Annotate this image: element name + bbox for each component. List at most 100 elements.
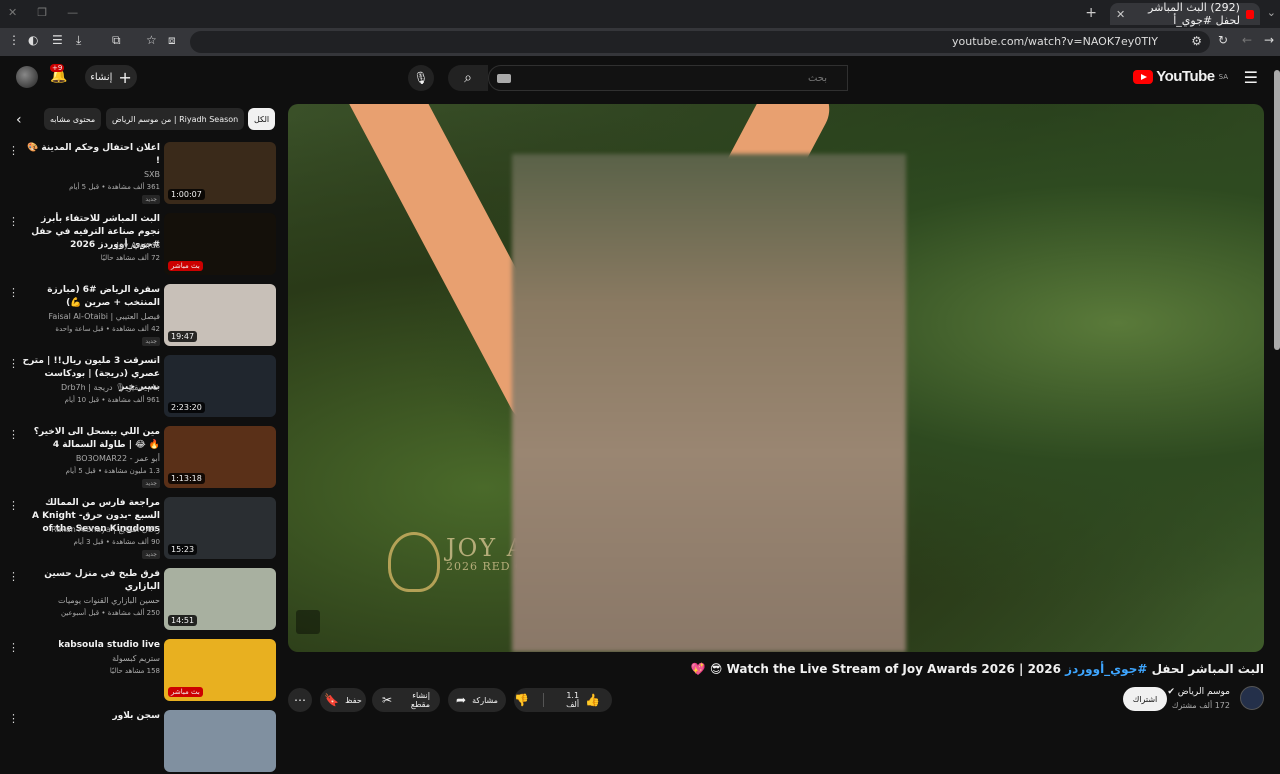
new-badge: جديد bbox=[142, 337, 160, 346]
channel-avatar[interactable] bbox=[1240, 686, 1264, 710]
close-tab-icon[interactable]: ✕ bbox=[1116, 8, 1125, 21]
recommendation-item[interactable]: 14:51 فرق طبخ في منزل حسين البازاري حسين ا… bbox=[0, 568, 280, 632]
channel-name[interactable]: موسم الرياض ✔ bbox=[1167, 687, 1230, 697]
video-thumbnail[interactable]: 1:13:18 bbox=[164, 426, 276, 488]
tab-search-icon[interactable]: ⌄ bbox=[1267, 6, 1276, 19]
more-actions-button[interactable]: ⋯ bbox=[288, 688, 312, 712]
clip-label: إنشاء مقطع bbox=[410, 691, 430, 709]
more-options-icon[interactable]: ⋮ bbox=[8, 641, 19, 654]
logo-text: YouTube bbox=[1156, 68, 1215, 85]
keyboard-icon[interactable] bbox=[497, 74, 511, 83]
like-count[interactable]: 1.1 ألف bbox=[558, 691, 579, 709]
youtube-logo[interactable]: YouTube SA bbox=[1133, 68, 1228, 85]
new-tab-button[interactable]: + bbox=[1085, 5, 1097, 21]
account-avatar[interactable] bbox=[16, 66, 38, 88]
minimize-window-icon[interactable]: — bbox=[67, 6, 78, 19]
verified-icon: ✔ bbox=[1167, 687, 1175, 697]
video-thumbnail[interactable] bbox=[164, 710, 276, 772]
chevron-left-icon[interactable]: ‹ bbox=[16, 112, 22, 128]
recommendation-channel[interactable]: أبو عمر - BO3OMAR22 bbox=[22, 454, 160, 463]
recommendation-item[interactable]: 15:23 مراجعة فارس من الممالك السبع -بدون … bbox=[0, 497, 280, 561]
channel-watermark[interactable] bbox=[296, 610, 320, 634]
more-options-icon[interactable]: ⋮ bbox=[8, 428, 19, 441]
more-options-icon[interactable]: ⋮ bbox=[8, 357, 19, 370]
site-settings-icon[interactable]: ⚙ bbox=[1191, 34, 1202, 48]
recommendation-channel[interactable]: حسين البازاري القنوات يوميات bbox=[22, 596, 160, 605]
create-button[interactable]: + إنشاء bbox=[85, 65, 137, 89]
close-window-icon[interactable]: ✕ bbox=[8, 6, 17, 19]
clip-button[interactable]: إنشاء مقطع ✂ bbox=[372, 688, 440, 712]
share-button[interactable]: مشاركة ➦ bbox=[448, 688, 506, 712]
search-input[interactable] bbox=[489, 66, 847, 91]
subscribe-button[interactable]: اشتراك bbox=[1123, 687, 1167, 711]
back-icon[interactable]: → bbox=[1264, 33, 1274, 47]
recommendation-title[interactable]: سجن بلاور bbox=[22, 710, 160, 723]
recommendation-channel[interactable]: Joy Awards bbox=[22, 241, 160, 250]
recommendation-title[interactable]: اعلان احتفال وحكم المدينة 🎨 ! bbox=[22, 142, 160, 168]
recommendation-item[interactable]: 2:23:20 اتسرقت 3 مليون ريال!! | مترح عصري… bbox=[0, 355, 280, 419]
microphone-icon: 🎙 bbox=[413, 71, 429, 85]
browser-tab[interactable]: (292) البث المباشر لحفل #جوي_أ ✕ bbox=[1110, 1, 1260, 27]
dislike-icon[interactable]: 👎 bbox=[514, 693, 529, 707]
video-player[interactable]: JOY AWA 2026 RED C bbox=[288, 104, 1264, 652]
scrollbar[interactable] bbox=[1274, 70, 1280, 350]
recommendation-item[interactable]: بث مباشر kabsoula studio live ستريم كبسولة… bbox=[0, 639, 280, 703]
media-icon[interactable]: ☰ bbox=[52, 33, 63, 47]
bookmark-icon: 🔖 bbox=[324, 693, 340, 707]
notifications-button[interactable]: 🔔 +9 bbox=[50, 64, 67, 84]
recommendation-item[interactable]: 1:00:07 اعلان احتفال وحكم المدينة 🎨 ! SXB 3… bbox=[0, 142, 280, 206]
recommendation-channel[interactable]: راكان الشايع | Rakan AlShaya bbox=[22, 525, 160, 534]
like-icon[interactable]: 👍 bbox=[585, 693, 600, 707]
recommendation-item[interactable]: 19:47 سفرة الرياض #6 (مبارزة المنتخب + صر… bbox=[0, 284, 280, 348]
more-options-icon[interactable]: ⋮ bbox=[8, 215, 19, 228]
chip-all[interactable]: الكل bbox=[248, 108, 276, 130]
menu-icon[interactable]: ⋮ bbox=[8, 33, 20, 47]
forward-icon[interactable]: ← bbox=[1242, 33, 1252, 47]
video-thumbnail[interactable]: 1:00:07 bbox=[164, 142, 276, 204]
more-options-icon[interactable]: ⋮ bbox=[8, 144, 19, 157]
video-thumbnail[interactable]: بث مباشر bbox=[164, 639, 276, 701]
video-thumbnail[interactable]: 15:23 bbox=[164, 497, 276, 559]
video-thumbnail[interactable]: 19:47 bbox=[164, 284, 276, 346]
recommendation-title[interactable]: kabsoula studio live bbox=[22, 639, 160, 652]
chip-from-channel[interactable]: من موسم الرياض | Riyadh Season bbox=[106, 108, 245, 130]
omnibox[interactable]: youtube.com/watch?v=NAOK7ey0TIY ⚙ bbox=[190, 31, 1210, 53]
recommendation-item[interactable]: بث مباشر البث المباشر للاحتفاء بأبرز نجوم… bbox=[0, 213, 280, 277]
recommendation-title[interactable]: سفرة الرياض #6 (مبارزة المنتخب + صرين 💪) bbox=[22, 284, 160, 310]
new-badge: جديد bbox=[142, 550, 160, 559]
more-options-icon[interactable]: ⋮ bbox=[8, 286, 19, 299]
extensions-icon[interactable]: ⧉ bbox=[112, 33, 121, 48]
search-button[interactable]: ⌕ bbox=[448, 65, 488, 91]
voice-search-button[interactable]: 🎙 bbox=[408, 65, 434, 91]
chip-similar[interactable]: محتوى مشابه bbox=[44, 108, 102, 130]
recommendation-title[interactable]: مين اللي بيسحل الى الاخير؟ 🔥 😂 | طاولة ا… bbox=[22, 426, 160, 452]
duration-badge: 1:00:07 bbox=[168, 189, 205, 200]
reload-icon[interactable]: ↻ bbox=[1218, 33, 1228, 47]
subscriber-count: 172 ألف مشترك bbox=[1171, 701, 1230, 710]
live-badge: بث مباشر bbox=[168, 687, 203, 697]
maximize-window-icon[interactable]: ❐ bbox=[37, 6, 47, 19]
title-hashtag[interactable]: #جوي_أووردز bbox=[1065, 662, 1147, 676]
save-button[interactable]: حفظ 🔖 bbox=[320, 688, 366, 712]
recommendation-channel[interactable]: خام سقيو 🎙 دريجة | Drb7h bbox=[22, 383, 160, 392]
install-app-icon[interactable]: ⧈ bbox=[168, 33, 176, 48]
video-thumbnail[interactable]: 2:23:20 bbox=[164, 355, 276, 417]
bookmark-star-icon[interactable]: ☆ bbox=[146, 33, 157, 47]
video-thumbnail[interactable]: بث مباشر bbox=[164, 213, 276, 275]
recommendation-channel[interactable]: SXB bbox=[22, 170, 160, 179]
video-thumbnail[interactable]: 14:51 bbox=[164, 568, 276, 630]
video-title: البث المباشر لحفل #جوي_أووردز 2026 | Wat… bbox=[691, 662, 1264, 676]
recommendation-title[interactable]: فرق طبخ في منزل حسين البازاري bbox=[22, 568, 160, 594]
recommendation-channel[interactable]: ستريم كبسولة bbox=[22, 654, 160, 663]
recommendation-item[interactable]: 1:13:18 مين اللي بيسحل الى الاخير؟ 🔥 😂 | … bbox=[0, 426, 280, 490]
more-options-icon[interactable]: ⋮ bbox=[8, 499, 19, 512]
guide-menu-icon[interactable]: ☰ bbox=[1244, 68, 1258, 87]
search-box bbox=[488, 65, 848, 91]
recommendation-channel[interactable]: فيصل العتيبي | Faisal Al-Otaibi bbox=[22, 312, 161, 321]
duration-badge: 1:13:18 bbox=[168, 473, 205, 484]
more-options-icon[interactable]: ⋮ bbox=[8, 570, 19, 583]
create-label: إنشاء bbox=[90, 71, 113, 83]
download-icon[interactable]: ⤓ bbox=[76, 33, 81, 48]
more-options-icon[interactable]: ⋮ bbox=[8, 712, 19, 725]
profile-icon[interactable]: ◐ bbox=[28, 33, 38, 47]
